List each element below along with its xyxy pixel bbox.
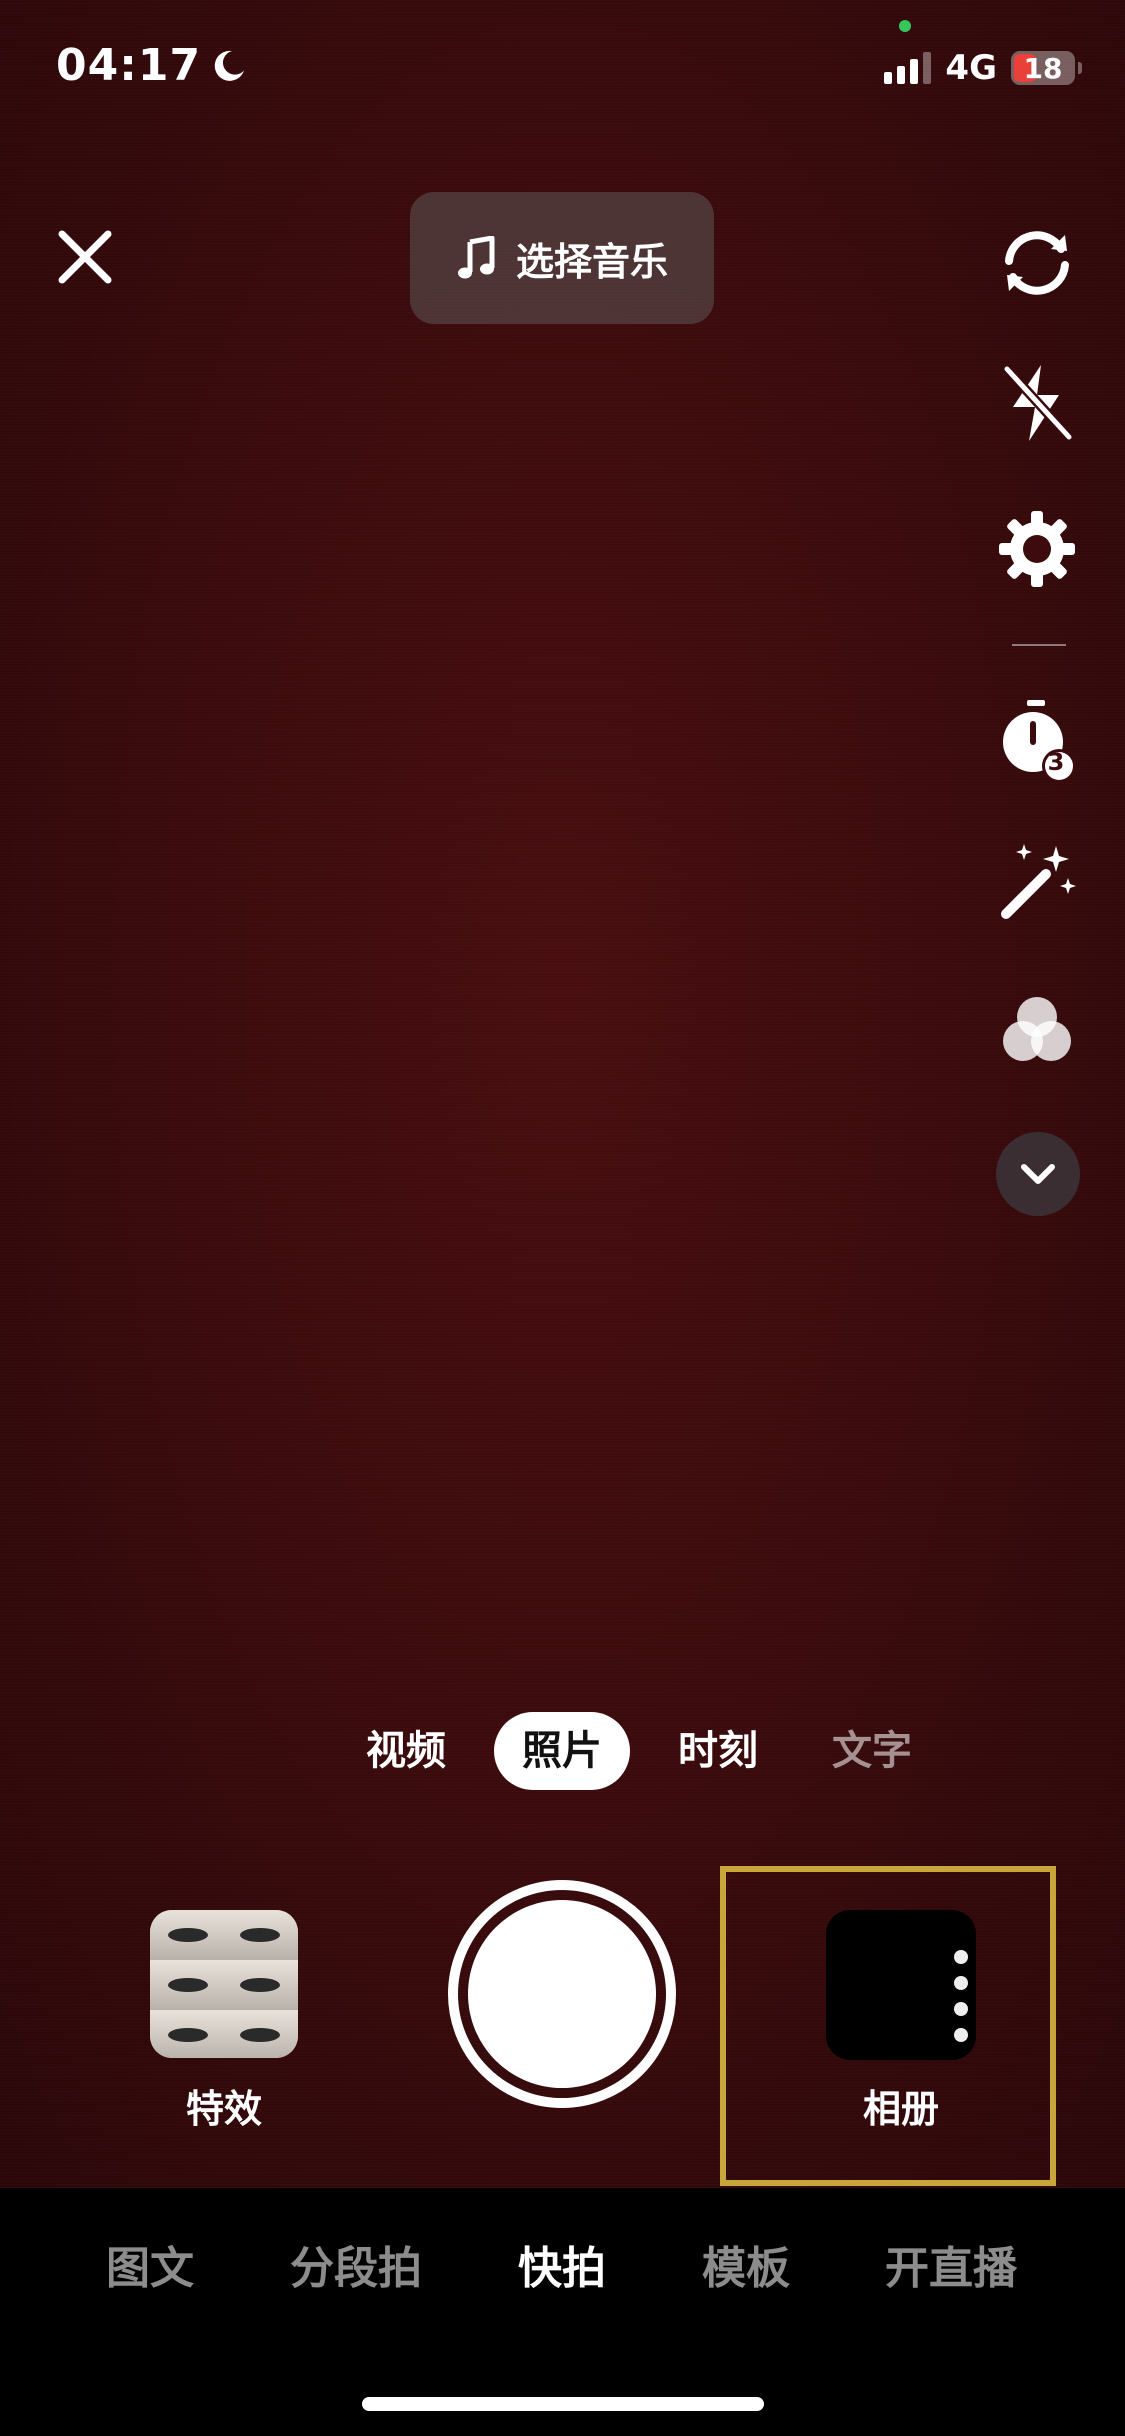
mode-photo[interactable]: 照片 [494,1712,630,1790]
flip-camera-button[interactable] [992,218,1082,308]
effect-thumbnail-strip [150,2010,298,2058]
battery-icon: 18 [1011,51,1082,85]
tab-image-text[interactable]: 图文 [100,2232,200,2296]
shutter-inner [468,1900,656,2088]
tab-segmented-shoot[interactable]: 分段拍 [286,2232,426,2296]
album-thumbnail-icons [954,1950,968,2042]
flash-toggle-button[interactable] [992,358,1082,448]
status-time-text: 04:17 [56,40,202,91]
select-music-button[interactable]: 选择音乐 [410,192,714,324]
filter-button[interactable] [992,986,1082,1076]
network-type: 4G [945,48,997,88]
mode-moment[interactable]: 时刻 [668,1712,768,1790]
mode-video[interactable]: 视频 [356,1712,456,1790]
battery-level: 18 [1023,51,1063,85]
settings-gear-icon [999,511,1075,587]
capture-mode-selector: 视频 照片 时刻 文字 [0,1712,1125,1792]
effects-button[interactable] [150,1910,298,2058]
home-indicator [362,2397,764,2411]
camera-viewfinder[interactable] [0,0,1125,2188]
timer-button[interactable]: 3 [992,696,1082,786]
beauty-wand-icon [1001,844,1076,919]
timer-badge: 3 [1047,748,1065,776]
camera-in-use-indicator [899,20,911,32]
do-not-disturb-moon-icon [214,50,245,81]
select-music-label: 选择音乐 [515,239,668,284]
mode-text[interactable]: 文字 [822,1712,922,1790]
beauty-button[interactable] [992,838,1082,928]
effect-thumbnail-strip [150,1910,298,1960]
album-label: 相册 [862,2087,939,2131]
shutter-button[interactable] [448,1880,676,2108]
album-button[interactable] [826,1910,976,2060]
flash-off-icon [1003,365,1073,441]
tab-go-live[interactable]: 开直播 [876,2232,1026,2296]
close-button[interactable] [50,222,120,292]
status-time: 04:17 [56,40,247,91]
effects-label: 特效 [185,2087,262,2131]
music-note-icon [457,236,495,279]
chevron-down-icon [1021,1164,1055,1184]
collapse-toolbar-button[interactable] [996,1132,1080,1216]
flip-camera-icon [1005,231,1069,295]
close-icon [58,230,112,284]
toolbar-divider [1012,644,1066,646]
tab-quick-shoot[interactable]: 快拍 [510,2232,614,2296]
tab-template[interactable]: 模板 [694,2232,798,2296]
viewfinder-noise [0,0,1125,2188]
settings-button[interactable] [992,504,1082,594]
cellular-signal-icon [884,52,932,84]
status-right: 4G 18 [884,48,1082,88]
filter-icon [1003,997,1071,1061]
effect-thumbnail-strip [150,1960,298,2010]
